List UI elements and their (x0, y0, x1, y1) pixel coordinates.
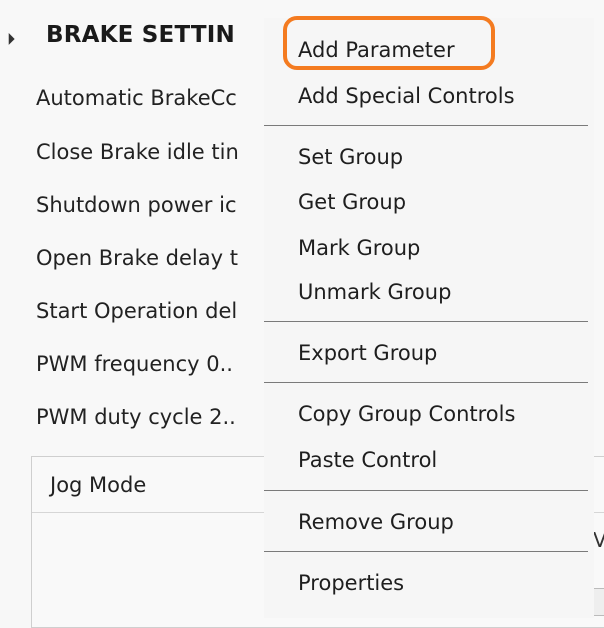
param-row-start-operation[interactable]: Start Operation del (36, 299, 264, 323)
menu-item-properties[interactable]: Properties (298, 571, 404, 595)
highlight-annotation (283, 16, 495, 70)
context-menu: Add Parameter Add Special Controls Set G… (264, 18, 594, 618)
partial-label: V (593, 528, 604, 552)
param-row-open-brake-delay[interactable]: Open Brake delay t (36, 246, 264, 270)
section-header[interactable]: ◢ BRAKE SETTIN (0, 14, 300, 64)
param-row-pwm-duty-cycle[interactable]: PWM duty cycle 2.. (36, 405, 264, 429)
menu-separator (264, 551, 588, 552)
param-row-close-brake-idle[interactable]: Close Brake idle tin (36, 140, 264, 164)
param-row-pwm-frequency[interactable]: PWM frequency 0.. (36, 352, 264, 376)
menu-separator (264, 321, 588, 322)
param-row-automatic-brake[interactable]: Automatic BrakeCc (36, 86, 264, 110)
menu-separator (264, 382, 588, 383)
section-title: BRAKE SETTIN (46, 22, 235, 48)
menu-item-export-group[interactable]: Export Group (298, 341, 437, 365)
menu-item-paste-control[interactable]: Paste Control (298, 448, 437, 472)
menu-item-unmark-group[interactable]: Unmark Group (298, 280, 451, 304)
menu-item-copy-group-controls[interactable]: Copy Group Controls (298, 402, 515, 426)
menu-separator (264, 125, 588, 126)
jog-mode-title: Jog Mode (50, 473, 147, 497)
menu-item-set-group[interactable]: Set Group (298, 145, 403, 169)
menu-item-get-group[interactable]: Get Group (298, 190, 406, 214)
menu-item-remove-group[interactable]: Remove Group (298, 510, 454, 534)
menu-separator (264, 490, 588, 491)
collapse-arrow-icon[interactable]: ◢ (1, 31, 16, 46)
menu-item-mark-group[interactable]: Mark Group (298, 236, 420, 260)
menu-item-add-special-controls[interactable]: Add Special Controls (298, 84, 515, 108)
param-row-shutdown-power[interactable]: Shutdown power ic (36, 193, 264, 217)
